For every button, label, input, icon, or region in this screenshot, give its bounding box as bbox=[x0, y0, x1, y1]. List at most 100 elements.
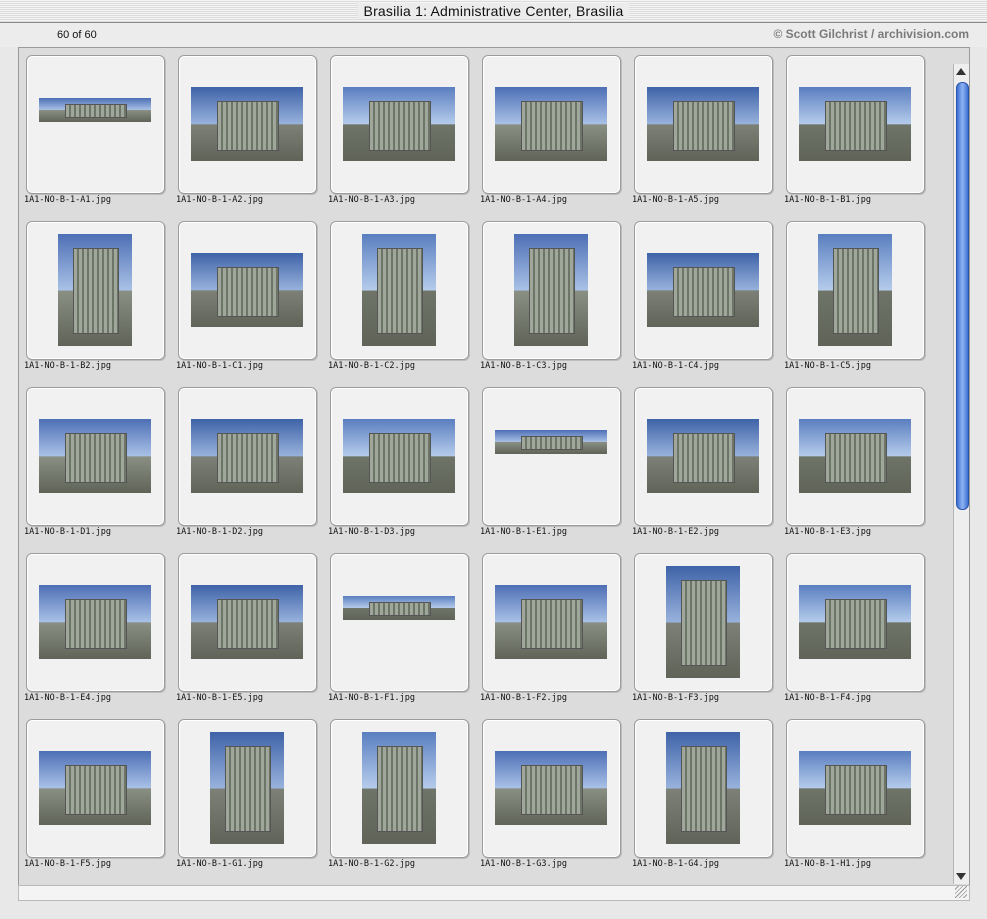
building-shape bbox=[369, 433, 431, 483]
thumbnail-frame[interactable] bbox=[786, 55, 925, 194]
thumbnail-item[interactable]: 1A1-NO-B-1-F4.jpg bbox=[783, 550, 935, 716]
thumbnail-item[interactable]: 1A1-NO-B-1-A5.jpg bbox=[631, 52, 783, 218]
thumbnail-frame[interactable] bbox=[786, 387, 925, 526]
thumbnail-frame[interactable] bbox=[330, 387, 469, 526]
vertical-scrollbar[interactable] bbox=[953, 64, 969, 884]
resize-grip-icon[interactable] bbox=[955, 886, 967, 898]
thumbnail-frame[interactable] bbox=[482, 553, 621, 692]
thumbnail-filename: 1A1-NO-B-1-D2.jpg bbox=[176, 527, 263, 537]
thumbnail-frame[interactable] bbox=[482, 221, 621, 360]
building-shape bbox=[377, 746, 423, 832]
thumbnail-item[interactable]: 1A1-NO-B-1-E5.jpg bbox=[175, 550, 327, 716]
thumbnail-filename: 1A1-NO-B-1-E3.jpg bbox=[784, 527, 871, 537]
thumbnail-frame[interactable] bbox=[786, 221, 925, 360]
thumbnail-frame[interactable] bbox=[26, 387, 165, 526]
thumbnail-filename: 1A1-NO-B-1-A2.jpg bbox=[176, 195, 263, 205]
building-shape bbox=[217, 599, 279, 649]
thumbnail-frame[interactable] bbox=[634, 719, 773, 858]
thumbnail-frame[interactable] bbox=[330, 55, 469, 194]
thumbnail-item[interactable]: 1A1-NO-B-1-F5.jpg bbox=[23, 716, 175, 882]
thumbnail-filename: 1A1-NO-B-1-F3.jpg bbox=[632, 693, 719, 703]
thumbnail-item[interactable]: 1A1-NO-B-1-A2.jpg bbox=[175, 52, 327, 218]
thumbnail-item[interactable]: 1A1-NO-B-1-F1.jpg bbox=[327, 550, 479, 716]
thumbnail-frame[interactable] bbox=[634, 387, 773, 526]
thumbnail-filename: 1A1-NO-B-1-E4.jpg bbox=[24, 693, 111, 703]
thumbnail-item[interactable]: 1A1-NO-B-1-E1.jpg bbox=[479, 384, 631, 550]
thumbnail-item[interactable]: 1A1-NO-B-1-F3.jpg bbox=[631, 550, 783, 716]
thumbnail-frame[interactable] bbox=[178, 719, 317, 858]
thumbnail-item[interactable]: 1A1-NO-B-1-A4.jpg bbox=[479, 52, 631, 218]
thumbnail-item[interactable]: 1A1-NO-B-1-E2.jpg bbox=[631, 384, 783, 550]
thumbnail-item[interactable]: 1A1-NO-B-1-A1.jpg bbox=[23, 52, 175, 218]
window-titlebar[interactable]: Brasilia 1: Administrative Center, Brasi… bbox=[0, 0, 987, 23]
building-photo-thumbnail bbox=[514, 234, 588, 346]
thumbnail-item[interactable]: 1A1-NO-B-1-C4.jpg bbox=[631, 218, 783, 384]
building-shape bbox=[521, 436, 583, 450]
thumbnail-filename: 1A1-NO-B-1-G3.jpg bbox=[480, 859, 567, 869]
thumbnail-frame[interactable] bbox=[26, 55, 165, 194]
thumbnail-frame[interactable] bbox=[26, 221, 165, 360]
thumbnail-item[interactable]: 1A1-NO-B-1-E4.jpg bbox=[23, 550, 175, 716]
thumbnail-frame[interactable] bbox=[634, 553, 773, 692]
thumbnail-item[interactable]: 1A1-NO-B-1-C5.jpg bbox=[783, 218, 935, 384]
building-photo-thumbnail bbox=[495, 87, 607, 161]
thumbnail-item[interactable]: 1A1-NO-B-1-G2.jpg bbox=[327, 716, 479, 882]
thumbnail-item[interactable]: 1A1-NO-B-1-B2.jpg bbox=[23, 218, 175, 384]
thumbnail-item[interactable]: 1A1-NO-B-1-C1.jpg bbox=[175, 218, 327, 384]
thumbnail-frame[interactable] bbox=[786, 553, 925, 692]
thumbnail-frame[interactable] bbox=[634, 221, 773, 360]
thumbnail-item[interactable]: 1A1-NO-B-1-D3.jpg bbox=[327, 384, 479, 550]
thumbnail-frame[interactable] bbox=[330, 719, 469, 858]
thumbnail-frame[interactable] bbox=[482, 719, 621, 858]
thumbnail-frame[interactable] bbox=[178, 221, 317, 360]
scrollbar-thumb[interactable] bbox=[956, 82, 969, 510]
building-photo-thumbnail bbox=[818, 234, 892, 346]
scroll-up-arrow-icon[interactable] bbox=[956, 68, 966, 75]
thumbnail-frame[interactable] bbox=[786, 719, 925, 858]
building-photo-thumbnail bbox=[647, 419, 759, 493]
thumbnail-filename: 1A1-NO-B-1-C2.jpg bbox=[328, 361, 415, 371]
building-photo-thumbnail bbox=[362, 234, 436, 346]
scroll-down-arrow-icon[interactable] bbox=[956, 873, 966, 880]
building-shape bbox=[681, 580, 727, 666]
building-shape bbox=[377, 248, 423, 334]
building-photo-thumbnail bbox=[343, 419, 455, 493]
thumbnail-item[interactable]: 1A1-NO-B-1-A3.jpg bbox=[327, 52, 479, 218]
building-photo-thumbnail bbox=[799, 751, 911, 825]
thumbnail-filename: 1A1-NO-B-1-C3.jpg bbox=[480, 361, 567, 371]
thumbnail-frame[interactable] bbox=[634, 55, 773, 194]
thumbnail-frame[interactable] bbox=[178, 553, 317, 692]
building-shape bbox=[65, 765, 127, 815]
thumbnail-item[interactable]: 1A1-NO-B-1-C2.jpg bbox=[327, 218, 479, 384]
building-shape bbox=[65, 104, 127, 118]
thumbnail-frame[interactable] bbox=[330, 221, 469, 360]
thumbnail-item[interactable]: 1A1-NO-B-1-F2.jpg bbox=[479, 550, 631, 716]
thumbnail-item[interactable]: 1A1-NO-B-1-H1.jpg bbox=[783, 716, 935, 882]
building-shape bbox=[65, 599, 127, 649]
thumbnail-item[interactable]: 1A1-NO-B-1-E3.jpg bbox=[783, 384, 935, 550]
thumbnail-filename: 1A1-NO-B-1-C1.jpg bbox=[176, 361, 263, 371]
building-shape bbox=[521, 599, 583, 649]
thumbnail-filename: 1A1-NO-B-1-E1.jpg bbox=[480, 527, 567, 537]
thumbnail-frame[interactable] bbox=[26, 719, 165, 858]
thumbnail-item[interactable]: 1A1-NO-B-1-G3.jpg bbox=[479, 716, 631, 882]
thumbnail-item[interactable]: 1A1-NO-B-1-D1.jpg bbox=[23, 384, 175, 550]
thumbnail-item[interactable]: 1A1-NO-B-1-B1.jpg bbox=[783, 52, 935, 218]
thumbnail-frame[interactable] bbox=[178, 55, 317, 194]
thumbnail-item[interactable]: 1A1-NO-B-1-G1.jpg bbox=[175, 716, 327, 882]
thumbnail-item[interactable]: 1A1-NO-B-1-D2.jpg bbox=[175, 384, 327, 550]
thumbnail-frame[interactable] bbox=[482, 55, 621, 194]
thumbnail-frame[interactable] bbox=[482, 387, 621, 526]
building-photo-thumbnail bbox=[191, 585, 303, 659]
thumbnail-frame[interactable] bbox=[26, 553, 165, 692]
thumbnail-item[interactable]: 1A1-NO-B-1-G4.jpg bbox=[631, 716, 783, 882]
building-photo-thumbnail bbox=[343, 596, 455, 620]
thumbnail-frame[interactable] bbox=[330, 553, 469, 692]
building-photo-thumbnail bbox=[647, 253, 759, 327]
thumbnail-item[interactable]: 1A1-NO-B-1-C3.jpg bbox=[479, 218, 631, 384]
building-photo-thumbnail bbox=[191, 253, 303, 327]
building-shape bbox=[217, 267, 279, 317]
building-photo-thumbnail bbox=[39, 98, 151, 122]
thumbnail-frame[interactable] bbox=[178, 387, 317, 526]
building-photo-thumbnail bbox=[343, 87, 455, 161]
